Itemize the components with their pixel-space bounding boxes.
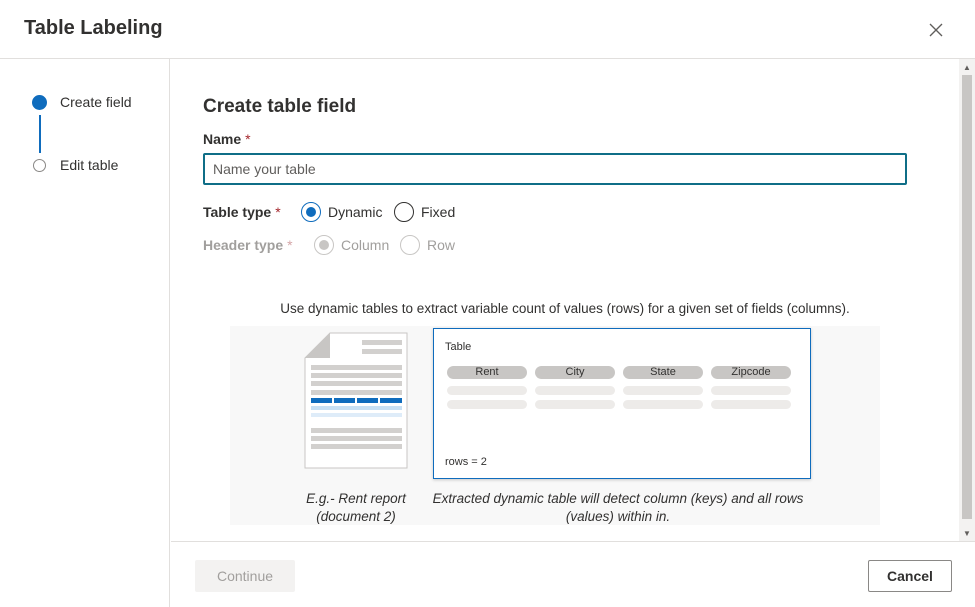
document-caption: E.g.- Rent report (document 2) (306, 491, 406, 524)
radio-checked-icon (301, 202, 321, 222)
column-header: State (623, 366, 703, 379)
help-text: Use dynamic tables to extract variable c… (280, 301, 850, 316)
section-title: Create table field (203, 96, 357, 117)
empty-cell (623, 400, 703, 409)
empty-cell (447, 400, 527, 409)
column-header: City (535, 366, 615, 379)
table-preview-card: Table Rent City State Zipcode rows = 2 (433, 328, 811, 479)
dialog-header: Table Labeling (0, 0, 975, 59)
radio-fixed[interactable]: Fixed (394, 202, 455, 222)
empty-cell (711, 400, 791, 409)
scroll-down-arrow-icon[interactable]: ▼ (959, 525, 975, 541)
step-edit-table[interactable]: Edit table (32, 157, 118, 173)
table-labeling-dialog: Table Labeling Create field Edit table C… (0, 0, 975, 607)
empty-cell (711, 386, 791, 395)
required-mark: * (287, 237, 293, 253)
step-create-field[interactable]: Create field (32, 94, 132, 110)
name-input[interactable] (203, 153, 907, 185)
header-type-label-text: Header type (203, 237, 284, 253)
radio-unchecked-icon (400, 235, 420, 255)
empty-cell (447, 386, 527, 395)
step-label: Create field (60, 94, 132, 110)
radio-label: Fixed (421, 204, 456, 220)
empty-cell (535, 400, 615, 409)
dynamic-table-illustration: E.g.- Rent report (document 2) Table Ren… (230, 326, 880, 525)
scroll-up-arrow-icon[interactable]: ▲ (959, 59, 975, 75)
name-label: Name * (203, 131, 251, 147)
radio-column[interactable]: Column (314, 235, 389, 255)
dialog-footer: Continue Cancel (171, 541, 975, 607)
required-mark: * (245, 131, 251, 147)
header-type-label: Header type * (203, 237, 293, 253)
table-type-label-text: Table type (203, 204, 272, 220)
radio-checked-icon (314, 235, 334, 255)
rows-count-text: rows = 2 (445, 456, 487, 468)
main-content: Create table field Name* Table type* Dyn… (171, 59, 959, 541)
step-inactive-dot-icon (33, 158, 46, 172)
empty-cell (623, 386, 703, 395)
radio-row[interactable]: Row (400, 235, 455, 255)
radio-label: Dynamic (328, 204, 383, 220)
continue-button[interactable]: Continue (195, 560, 295, 592)
cancel-button[interactable]: Cancel (868, 560, 952, 592)
radio-unchecked-icon (394, 202, 414, 222)
column-header: Rent (447, 366, 527, 379)
dialog-title: Table Labeling (24, 17, 163, 39)
wizard-stepper: Create field Edit table (0, 59, 170, 607)
radio-label: Column (341, 237, 390, 253)
radio-label: Row (427, 237, 456, 253)
table-caption: Extracted dynamic table will detect colu… (432, 491, 804, 524)
step-label: Edit table (60, 157, 119, 173)
column-header: Zipcode (711, 366, 791, 379)
empty-cell (535, 386, 615, 395)
step-connector (39, 115, 41, 153)
document-icon (304, 332, 408, 469)
radio-dynamic[interactable]: Dynamic (301, 202, 382, 222)
table-type-label: Table type * (203, 204, 281, 220)
name-label-text: Name (203, 131, 242, 147)
step-active-dot-icon (32, 94, 47, 110)
close-button[interactable] (924, 18, 948, 42)
table-preview-title: Table (445, 341, 472, 353)
scroll-thumb[interactable] (962, 75, 972, 519)
required-mark: * (275, 204, 281, 220)
close-icon (929, 23, 943, 37)
vertical-scrollbar[interactable]: ▲ ▼ (959, 59, 975, 541)
